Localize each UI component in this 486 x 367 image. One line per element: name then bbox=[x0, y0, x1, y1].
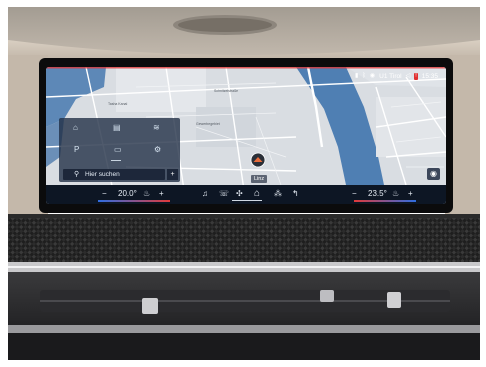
wifi-icon[interactable]: ≋ bbox=[153, 124, 160, 132]
search-input[interactable]: ⚲ Hier suchen bbox=[63, 169, 165, 180]
navigation-icon[interactable]: ↰ bbox=[292, 188, 299, 199]
map-label: Tasha Kanal bbox=[108, 102, 127, 106]
home-icon[interactable]: ⌂ bbox=[254, 188, 260, 199]
settings-icon[interactable]: ⚙ bbox=[154, 146, 161, 154]
search-icon: ⚲ bbox=[74, 171, 80, 178]
alert-icon[interactable]: ! bbox=[414, 72, 418, 80]
location-label: Linz bbox=[251, 175, 268, 183]
document-icon[interactable]: ▤ bbox=[113, 124, 121, 132]
phone-icon: ▮ bbox=[354, 73, 359, 79]
climate-bar: − 20.0° ♨ + ♫ ☏ ✣ ⌂ ⁂ ↰ − 23.5° ♨ + bbox=[46, 185, 446, 204]
driver-temp-indicator bbox=[98, 200, 170, 202]
home-indicator bbox=[232, 200, 262, 201]
car-dashboard-photo: Tasha Kanal Schnitzelstraße Gewerbegebie… bbox=[0, 0, 486, 367]
map-label: Schnitzelstraße bbox=[214, 89, 238, 93]
view-toggle-button[interactable]: ◉ bbox=[427, 168, 440, 180]
infotainment-screen[interactable]: Tasha Kanal Schnitzelstraße Gewerbegebie… bbox=[46, 67, 446, 204]
vehicle-position-marker bbox=[250, 152, 266, 168]
passenger-temp-minus-button[interactable]: − bbox=[352, 188, 357, 199]
map-label: Gewerbegebiet bbox=[196, 122, 220, 126]
fan-icon[interactable]: ✣ bbox=[236, 188, 243, 199]
seat-heat-icon[interactable]: ♨ bbox=[143, 188, 150, 199]
quick-launch-widget: ⌂ ▤ ≋ P ▭ ⚙ ⚲ Hier suchen + bbox=[59, 118, 180, 182]
driver-temp-plus-button[interactable]: + bbox=[159, 188, 164, 199]
passenger-temp-indicator bbox=[354, 200, 416, 202]
apps-icon[interactable]: ⁂ bbox=[274, 188, 282, 199]
passenger-temp-plus-button[interactable]: + bbox=[408, 188, 413, 199]
battery-icon[interactable]: ▭ bbox=[114, 146, 122, 154]
seat-heat-icon[interactable]: ♨ bbox=[392, 188, 399, 199]
music-icon[interactable]: ♫ bbox=[202, 188, 208, 199]
page-indicator bbox=[111, 160, 121, 161]
parking-icon[interactable]: P bbox=[74, 146, 79, 154]
radio-icon: ◉ bbox=[369, 73, 376, 79]
driver-temp-minus-button[interactable]: − bbox=[102, 188, 107, 199]
connection-label: U1 Tirol bbox=[379, 72, 402, 80]
search-add-button[interactable]: + bbox=[167, 169, 178, 180]
passenger-temp: 23.5° bbox=[368, 189, 387, 198]
home-icon[interactable]: ⌂ bbox=[73, 124, 78, 132]
driver-temp: 20.0° bbox=[118, 189, 137, 198]
mute-icon: ◁ bbox=[405, 73, 411, 79]
clock: 15:35 bbox=[421, 72, 438, 80]
phone-icon[interactable]: ☏ bbox=[219, 188, 229, 199]
search-label: Hier suchen bbox=[85, 171, 120, 178]
status-bar: ▮ ᛒ ◉ U1 Tirol ◁ ! 15:35 bbox=[355, 70, 438, 82]
bluetooth-icon: ᛒ bbox=[362, 73, 366, 79]
